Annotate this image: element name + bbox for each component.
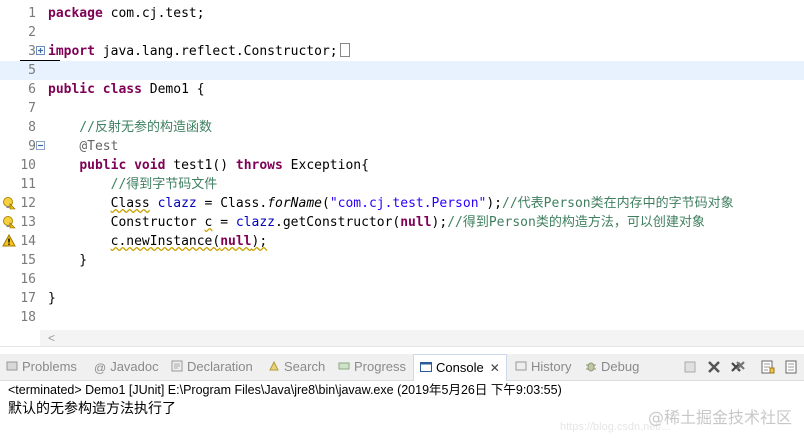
watermark: @稀土掘金技术社区 [647, 408, 792, 427]
line-number: 2 [28, 25, 36, 40]
stop-icon[interactable] [682, 359, 698, 375]
line-number: 5 [28, 63, 36, 78]
tab-label: Problems [22, 359, 77, 374]
horizontal-scrollbar[interactable]: < [40, 330, 804, 346]
views-tab-bar: Problems @ Javadoc Declaration Search Pro… [0, 354, 804, 381]
tab-progress[interactable]: Progress [338, 354, 406, 380]
problems-icon [6, 361, 18, 371]
code-text[interactable]: //反射无参的构造函数 [48, 118, 212, 137]
scroll-lock-icon[interactable] [784, 359, 800, 375]
line-number: 11 [20, 177, 36, 192]
code-line[interactable]: 17 } [0, 289, 804, 308]
tab-label: Javadoc [110, 359, 159, 374]
code-text[interactable]: public void test1() throws Exception{ [48, 156, 369, 175]
code-text[interactable]: } [48, 251, 87, 270]
code-text[interactable]: @Test [48, 137, 118, 156]
tab-history[interactable]: History [515, 354, 571, 380]
tab-label: Declaration [187, 359, 253, 374]
line-number: 17 [20, 291, 36, 306]
tab-label: History [531, 359, 572, 374]
code-text[interactable]: Constructor c = clazz.getConstructor(nul… [48, 213, 705, 232]
code-line-current[interactable]: 5 [0, 61, 804, 80]
code-text[interactable]: public class Demo1 { [48, 80, 205, 99]
tab-debug[interactable]: Debug [585, 354, 639, 380]
code-text[interactable]: c.newInstance(null); [48, 232, 268, 251]
line-number: 9 [28, 139, 36, 154]
code-line[interactable]: 9 @Test [0, 137, 804, 156]
clear-console-icon[interactable] [760, 359, 776, 375]
line-number: 8 [28, 120, 36, 135]
code-line[interactable]: 2 [0, 23, 804, 42]
scroll-left-icon[interactable]: < [48, 330, 55, 346]
tab-label: Progress [354, 359, 407, 374]
line-number: 13 [20, 215, 36, 230]
code-line[interactable]: 7 [0, 99, 804, 118]
code-text[interactable]: Class clazz = Class.forName("com.cj.test… [48, 194, 734, 213]
code-line[interactable]: 8 //反射无参的构造函数 [0, 118, 804, 137]
code-line[interactable]: 14 c.newInstance(null); [0, 232, 804, 251]
line-number: 12 [20, 196, 36, 211]
line-number: 15 [20, 253, 36, 268]
line-number: 6 [28, 82, 36, 97]
tab-javadoc[interactable]: @ Javadoc [94, 354, 159, 380]
close-icon[interactable]: ✕ [490, 361, 500, 375]
code-line[interactable]: 18 [0, 308, 804, 327]
history-icon [515, 361, 527, 371]
tab-problems[interactable]: Problems [6, 354, 77, 380]
line-number: 1 [28, 6, 36, 21]
line-number: 10 [20, 158, 36, 173]
progress-icon [338, 362, 350, 370]
search-icon [269, 360, 279, 371]
code-line[interactable]: 6 public class Demo1 { [0, 80, 804, 99]
code-line[interactable]: 16 [0, 270, 804, 289]
line-number: 7 [28, 101, 36, 116]
tab-label: Debug [601, 359, 640, 374]
line-number: 18 [20, 310, 36, 325]
collapse-fold-icon[interactable] [36, 141, 45, 150]
declaration-icon [171, 360, 183, 372]
expand-fold-icon[interactable] [36, 46, 45, 55]
code-line[interactable]: 3 import java.lang.reflect.Constructor; [0, 42, 804, 61]
remove-launch-icon[interactable] [706, 359, 722, 375]
code-line[interactable]: 1 package com.cj.test; [0, 4, 804, 23]
javadoc-icon: @ [94, 361, 107, 375]
line-number: 16 [20, 272, 36, 287]
code-line[interactable]: 13 Constructor c = clazz.getConstructor(… [0, 213, 804, 232]
line-number: 3 [28, 44, 36, 59]
code-line[interactable]: 11 //得到字节码文件 [0, 175, 804, 194]
debug-icon [586, 362, 596, 372]
tab-declaration[interactable]: Declaration [171, 354, 253, 380]
remove-all-terminated-icon[interactable] [730, 359, 746, 375]
code-text[interactable]: } [48, 289, 56, 308]
code-editor[interactable]: 1 package com.cj.test; 2 3 import java.l… [0, 0, 804, 346]
tab-search[interactable]: Search [268, 354, 325, 380]
console-icon [420, 362, 432, 372]
code-line[interactable]: 12 Class clazz = Class.forName("com.cj.t… [0, 194, 804, 213]
code-line[interactable]: 10 public void test1() throws Exception{ [0, 156, 804, 175]
code-text[interactable]: //得到字节码文件 [48, 175, 218, 194]
code-line[interactable]: 15 } [0, 251, 804, 270]
tab-label: Console [436, 360, 484, 375]
line-number: 14 [20, 234, 36, 249]
tab-label: Search [284, 359, 326, 374]
code-text[interactable]: package com.cj.test; [48, 4, 205, 23]
code-text[interactable]: import java.lang.reflect.Constructor; [48, 42, 350, 61]
tab-console[interactable]: Console ✕ [413, 354, 507, 381]
console-status: <terminated> Demo1 [JUnit] E:\Program Fi… [8, 383, 562, 397]
